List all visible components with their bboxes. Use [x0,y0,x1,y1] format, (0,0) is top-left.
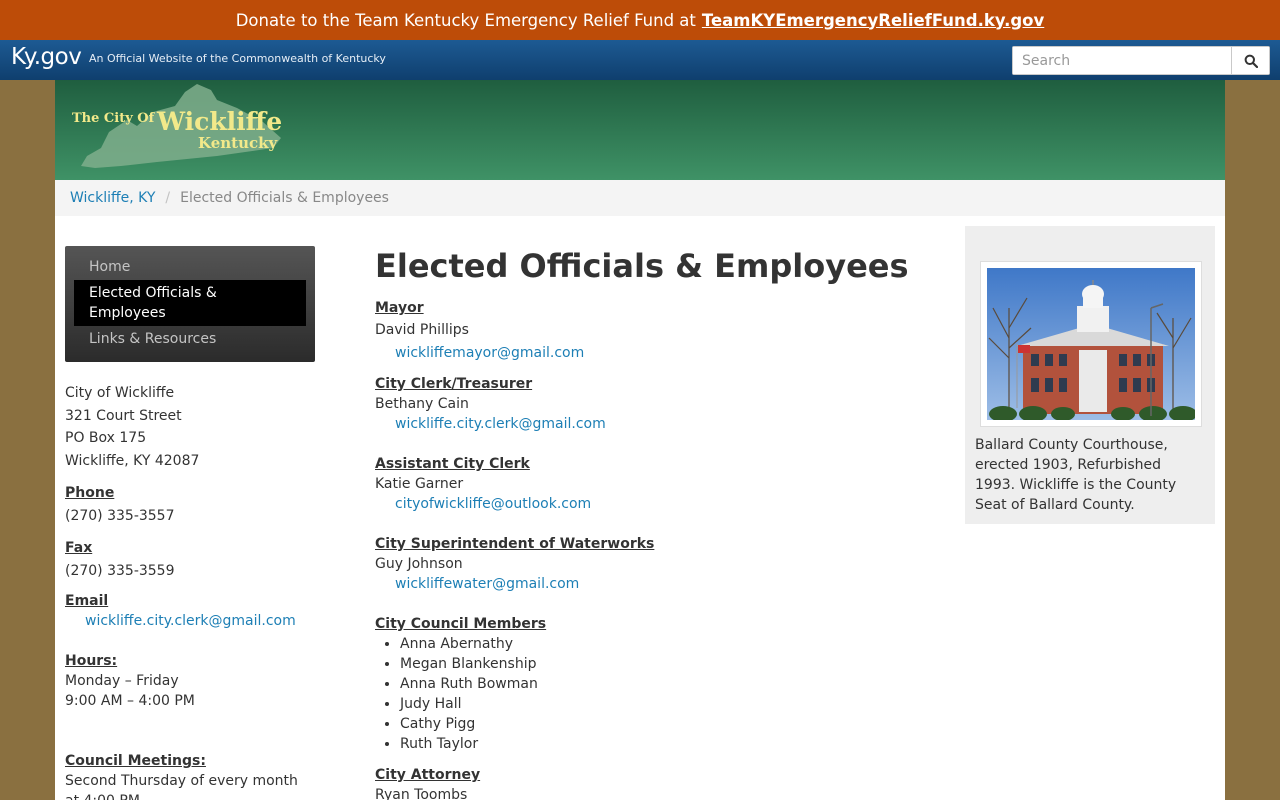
address-line: PO Box 175 [65,430,147,446]
asst-clerk-label: Assistant City Clerk [375,456,530,472]
council-member: Anna Abernathy [400,634,935,654]
breadcrumb: Wickliffe, KY / Elected Officials & Empl… [55,180,1225,216]
hours-label: Hours: [65,653,118,669]
city-logo: The City Of Wickliffe Kentucky [72,84,282,168]
mayor-label: Mayor [375,300,424,316]
attorney-label: City Attorney [375,767,481,783]
logo-line2: Wickliffe [156,107,282,136]
waterworks-email-link[interactable]: wickliffewater@gmail.com [395,576,579,592]
council-label: City Council Members [375,616,547,632]
contact-email-link[interactable]: wickliffe.city.clerk@gmail.com [85,613,296,629]
address-line: 321 Court Street [65,407,182,424]
clerk-label: City Clerk/Treasurer [375,376,533,392]
logo-line1: The City Of [72,111,156,126]
meetings-label: Council Meetings: [65,753,206,769]
mayor-email-link[interactable]: wickliffemayor@gmail.com [395,345,584,361]
breadcrumb-current: Elected Officials & Employees [180,190,389,206]
fax-label: Fax [65,540,93,556]
main-content: Elected Officials & Employees Mayor Davi… [375,246,935,800]
donate-text: Donate to the Team Kentucky Emergency Re… [235,10,696,30]
mayor-name: David Phillips [375,322,469,338]
donate-banner: Donate to the Team Kentucky Emergency Re… [0,0,1280,40]
clerk-name: Bethany Cain [375,396,469,412]
courthouse-photo [980,261,1202,427]
council-member: Ruth Taylor [400,734,935,754]
meetings-text: Second Thursday of every month [65,773,298,789]
courthouse-image [987,268,1197,422]
waterworks-label: City Superintendent of Waterworks [375,536,655,552]
breadcrumb-home[interactable]: Wickliffe, KY [70,190,155,206]
breadcrumb-separator: / [165,190,171,206]
council-member: Megan Blankenship [400,654,935,674]
phone-number: (270) 335-3557 [65,507,175,524]
search-box [1012,46,1270,75]
phone-label: Phone [65,485,115,501]
fax-number: (270) 335-3559 [65,562,175,579]
council-list: Anna Abernathy Megan Blankenship Anna Ru… [400,634,935,754]
council-member: Cathy Pigg [400,714,935,734]
asst-clerk-email-link[interactable]: cityofwickliffe@outlook.com [395,496,591,512]
search-button[interactable] [1231,47,1269,74]
hours-days: Monday – Friday [65,673,179,689]
email-label: Email [65,593,109,609]
page-title: Elected Officials & Employees [375,247,909,285]
donate-link[interactable]: TeamKYEmergencyReliefFund.ky.gov [702,11,1044,30]
nav-item-home[interactable]: Home [74,254,306,280]
kygov-logo[interactable]: Ky.gov [11,44,82,70]
kygov-tagline: An Official Website of the Commonwealth … [89,52,386,65]
site-header: The City Of Wickliffe Kentucky [55,80,1225,180]
contact-info: City of Wickliffe 321 Court Street PO Bo… [65,382,325,800]
hours-time: 9:00 AM – 4:00 PM [65,693,195,709]
attorney-name: Ryan Toombs [375,787,468,800]
council-member: Judy Hall [400,694,935,714]
address-line: City of Wickliffe [65,385,175,401]
nav-item-elected-officials[interactable]: Elected Officials & Employees [74,280,306,326]
waterworks-name: Guy Johnson [375,556,463,572]
page-container: The City Of Wickliffe Kentucky Wickliffe… [55,80,1225,800]
council-member: Anna Ruth Bowman [400,674,935,694]
search-icon [1244,54,1258,68]
address-line: Wickliffe, KY 42087 [65,452,200,469]
asst-clerk-name: Katie Garner [375,476,464,492]
search-input[interactable] [1013,47,1231,74]
clerk-email-link[interactable]: wickliffe.city.clerk@gmail.com [395,416,606,432]
logo-line3: Kentucky [198,134,279,152]
meetings-time: at 4:00 PM [65,791,325,800]
nav-item-links-resources[interactable]: Links & Resources [74,326,306,352]
photo-caption: Ballard County Courthouse, erected 1903,… [975,437,1177,513]
side-nav: Home Elected Officials & Employees Links… [65,246,315,362]
photo-panel: Ballard County Courthouse, erected 1903,… [965,226,1215,524]
